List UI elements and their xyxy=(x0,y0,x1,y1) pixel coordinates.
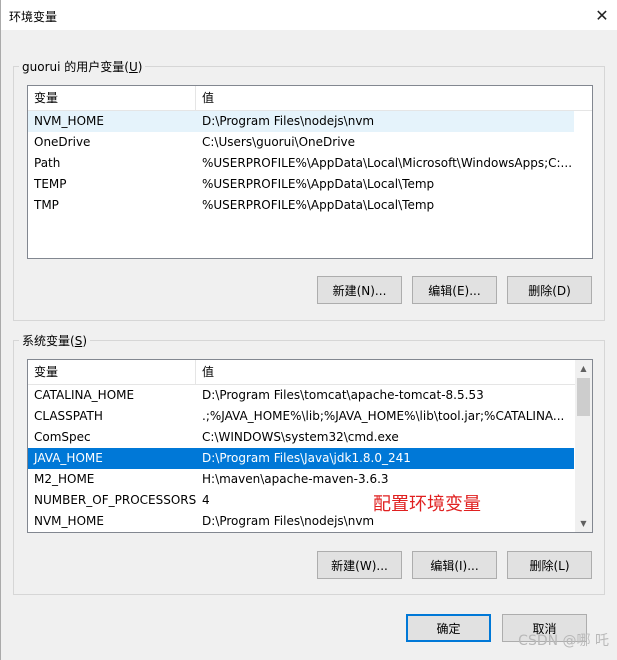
system-delete-button[interactable]: 删除(L) xyxy=(507,551,592,579)
table-row[interactable]: OneDrive C:\Users\guorui\OneDrive xyxy=(28,132,574,153)
variable-name-cell: TMP xyxy=(34,198,59,212)
table-row[interactable]: JAVA_HOME D:\Program Files\Java\jdk1.8.0_… xyxy=(28,448,574,469)
window-title: 环境变量 xyxy=(9,10,58,24)
list-header: 变量 值 xyxy=(28,360,592,385)
table-row[interactable]: NUMBER_OF_PROCESSORS 4 xyxy=(28,490,574,511)
variable-name-cell: NVM_HOME xyxy=(34,114,104,128)
variable-value-cell: H:\maven\apache-maven-3.6.3 xyxy=(202,472,389,486)
column-header-value[interactable]: 值 xyxy=(196,86,576,110)
title-bar[interactable]: 环境变量 ✕ xyxy=(1,0,617,30)
variable-value-cell: D:\Program Files\nodejs\nvm xyxy=(202,114,375,128)
user-edit-button[interactable]: 编辑(E)... xyxy=(412,276,497,304)
close-icon[interactable]: ✕ xyxy=(587,0,617,30)
variable-name-cell: Path xyxy=(34,156,61,170)
column-header-value[interactable]: 值 xyxy=(196,360,576,384)
user-new-button[interactable]: 新建(N)... xyxy=(317,276,402,304)
annotation-text: 配置环境变量 xyxy=(373,494,481,515)
system-variables-label: 系统变量(S) xyxy=(19,332,90,349)
variable-name-cell: OneDrive xyxy=(34,135,91,149)
variable-value-cell: %USERPROFILE%\AppData\Local\Temp xyxy=(202,177,435,191)
list-header: 变量 值 xyxy=(28,86,592,111)
variable-name-cell: TEMP xyxy=(34,177,67,191)
environment-variables-dialog: 环境变量 ✕ guorui 的用户变量(U) 变量 值 NVM_HOME D:\P… xyxy=(0,0,617,660)
column-header-variable[interactable]: 变量 xyxy=(28,360,196,384)
table-row[interactable]: Path %USERPROFILE%\AppData\Local\Microsof… xyxy=(28,153,574,174)
table-row[interactable]: CLASSPATH .;%JAVA_HOME%\lib;%JAVA_HOME%\l… xyxy=(28,406,574,427)
table-row[interactable]: M2_HOME H:\maven\apache-maven-3.6.3 xyxy=(28,469,574,490)
column-header-variable[interactable]: 变量 xyxy=(28,86,196,110)
table-row[interactable]: NVM_HOME D:\Program Files\nodejs\nvm xyxy=(28,511,574,532)
variable-name-cell: M2_HOME xyxy=(34,472,95,486)
user-variables-label: guorui 的用户变量(U) xyxy=(19,58,146,75)
table-row[interactable]: TMP %USERPROFILE%\AppData\Local\Temp xyxy=(28,195,574,216)
user-variables-list[interactable]: 变量 值 NVM_HOME D:\Program Files\nodejs\nvm… xyxy=(27,85,593,259)
variable-value-cell: %USERPROFILE%\AppData\Local\Temp xyxy=(202,198,435,212)
variable-value-cell: C:\WINDOWS\system32\cmd.exe xyxy=(202,430,399,444)
variable-name-cell: NUMBER_OF_PROCESSORS xyxy=(34,493,197,507)
table-row[interactable]: ComSpec C:\WINDOWS\system32\cmd.exe xyxy=(28,427,574,448)
system-new-button[interactable]: 新建(W)... xyxy=(317,551,402,579)
variable-value-cell: .;%JAVA_HOME%\lib;%JAVA_HOME%\lib\tool.j… xyxy=(202,409,565,423)
variable-value-cell: D:\Program Files\Java\jdk1.8.0_241 xyxy=(202,451,411,465)
table-row[interactable]: NVM_HOME D:\Program Files\nodejs\nvm xyxy=(28,111,574,132)
variable-name-cell: ComSpec xyxy=(34,430,91,444)
variable-value-cell: D:\Program Files\tomcat\apache-tomcat-8.… xyxy=(202,388,484,402)
ok-button[interactable]: 确定 xyxy=(406,614,491,642)
variable-value-cell: %USERPROFILE%\AppData\Local\Microsoft\Wi… xyxy=(202,156,573,170)
user-delete-button[interactable]: 删除(D) xyxy=(507,276,592,304)
table-row[interactable]: CATALINA_HOME D:\Program Files\tomcat\apa… xyxy=(28,385,574,406)
variable-name-cell: CLASSPATH xyxy=(34,409,103,423)
variable-value-cell: C:\Users\guorui\OneDrive xyxy=(202,135,356,149)
system-edit-button[interactable]: 编辑(I)... xyxy=(412,551,497,579)
watermark: CSDN @哪 吒 xyxy=(518,633,609,649)
system-variables-list[interactable]: 变量 值 ▲ ▼ CATALINA_HOME D:\Program Files\t… xyxy=(27,359,593,533)
table-row[interactable]: TEMP %USERPROFILE%\AppData\Local\Temp xyxy=(28,174,574,195)
variable-name-cell: CATALINA_HOME xyxy=(34,388,135,402)
scroll-up-icon[interactable]: ▲ xyxy=(575,360,592,377)
variable-name-cell: NVM_HOME xyxy=(34,514,104,528)
variable-name-cell: JAVA_HOME xyxy=(34,451,103,465)
